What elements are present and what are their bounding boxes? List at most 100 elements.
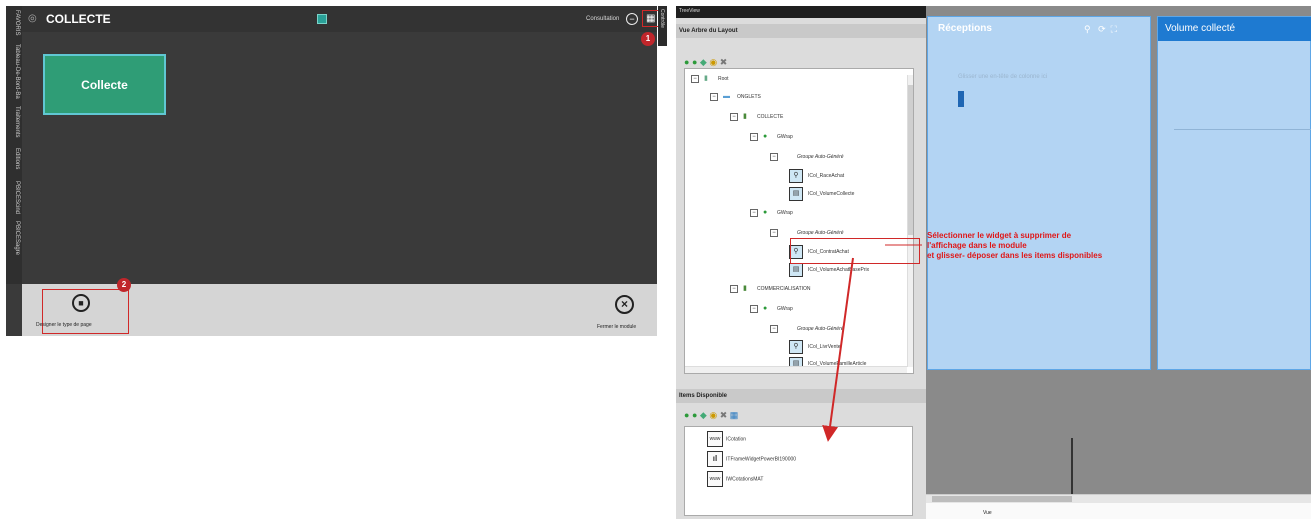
tree-horizontal-scrollbar[interactable] bbox=[685, 366, 907, 373]
widget-icon: ⚲ bbox=[789, 340, 803, 354]
tree-node[interactable]: − ▬ ONGLETS bbox=[710, 93, 761, 101]
add-icon[interactable]: ● bbox=[684, 57, 689, 67]
eye-icon[interactable]: ◎ bbox=[28, 13, 39, 24]
wrap-icon: ● bbox=[763, 305, 768, 312]
instruction-line: et glisser- déposer dans les items dispo… bbox=[927, 251, 1103, 260]
edit-icon[interactable]: ◆ bbox=[700, 57, 707, 67]
controls-label: Contrôle bbox=[659, 9, 665, 28]
widget-icon: ▤ bbox=[789, 263, 803, 277]
tab-icon: ▮ bbox=[743, 285, 747, 292]
widget-icon: ▤ bbox=[789, 187, 803, 201]
root-icon: ▮ bbox=[704, 75, 708, 82]
tree-node[interactable]: − ▮ COMMERCIALISATION bbox=[730, 285, 811, 293]
close-module-icon[interactable]: × bbox=[615, 295, 634, 314]
tree-node[interactable]: − ● GWrap bbox=[750, 305, 793, 313]
items-toolbar: ● ● ◆ ◉ ✖ ▦ bbox=[684, 410, 738, 421]
collecte-module: FAVORIS Tableau-De-Bord-Ba Traitements E… bbox=[6, 6, 667, 336]
instruction-line: l'affichage dans le module bbox=[927, 241, 1027, 250]
treeview-panel: TreeView Vue Arbre du Layout ● ● ◆ ◉ ✖ −… bbox=[676, 6, 926, 519]
step-badge-1: 1 bbox=[641, 32, 655, 46]
group-by-hint: Glisser une en-tête de colonne ici bbox=[958, 74, 1048, 80]
preview-horizontal-scrollbar[interactable] bbox=[926, 495, 1311, 503]
receptions-title: Réceptions bbox=[938, 23, 992, 34]
grid-view-icon[interactable]: ▦ bbox=[730, 410, 739, 420]
designer-label[interactable]: Designer le type de page bbox=[36, 322, 92, 328]
module-footer: ■ Designer le type de page 2 × Fermer le… bbox=[22, 278, 657, 336]
tab-pbicesagre[interactable]: PBICESagre bbox=[8, 221, 20, 255]
add-icon[interactable]: ● bbox=[684, 410, 689, 420]
consultation-label: Consultation bbox=[586, 16, 620, 22]
available-items-list[interactable]: www ICotation ıl ITFrameWidgetPowerBI19000… bbox=[684, 426, 913, 516]
tree-view[interactable]: − ▮ Root − ▬ ONGLETS − ▮ COLLECTE − ● GWrap − Gro… bbox=[684, 68, 914, 374]
receptions-header: Réceptions ⚲ ⟳ ⛶ bbox=[928, 17, 1150, 41]
tree-node[interactable]: ▤ ICol_VolumeAchatBasePrix bbox=[789, 263, 869, 277]
tree-node[interactable]: − ▮ Root bbox=[691, 75, 729, 83]
tab-traitements[interactable]: Traitements bbox=[8, 106, 20, 137]
tree-node[interactable]: ⚲ ICol_LivrVente bbox=[789, 340, 841, 354]
edit-icon[interactable]: ◆ bbox=[700, 410, 707, 420]
tab-tableau-de-bord[interactable]: Tableau-De-Bord-Ba bbox=[8, 44, 20, 99]
consultation-toggle[interactable]: − bbox=[626, 13, 638, 25]
tree-node[interactable]: ▤ ICol_VolumeCollecte bbox=[789, 187, 854, 201]
filter-icon[interactable]: ⚲ bbox=[1084, 24, 1091, 34]
close-module-label[interactable]: Fermer le module bbox=[597, 324, 636, 330]
collecte-tile[interactable]: Collecte bbox=[43, 54, 166, 115]
step-badge-2: 2 bbox=[117, 278, 131, 292]
module-title: COLLECTE bbox=[46, 12, 111, 26]
delete-icon[interactable]: ✖ bbox=[720, 57, 728, 67]
tree-header: Vue Arbre du Layout bbox=[676, 24, 926, 38]
grid-icon[interactable]: ▦ bbox=[646, 14, 656, 24]
refresh-icon[interactable]: ⟳ bbox=[1098, 24, 1106, 34]
treeview-topbar-label: TreeView bbox=[679, 8, 700, 14]
tree-toolbar: ● ● ◆ ◉ ✖ bbox=[684, 57, 727, 68]
selection-marker bbox=[958, 91, 964, 107]
volume-title: Volume collecté bbox=[1165, 23, 1236, 34]
volume-divider bbox=[1174, 129, 1311, 130]
expand-icon[interactable]: ⛶ bbox=[1111, 24, 1117, 34]
items-header: Items Disponible bbox=[676, 389, 926, 403]
list-item[interactable]: www IWCotationsMAT bbox=[707, 471, 763, 487]
controls-tab[interactable]: Contrôle bbox=[658, 6, 667, 46]
tree-node[interactable]: − Groupe Auto-Généré bbox=[770, 153, 844, 161]
wrap-icon: ● bbox=[763, 133, 768, 140]
tree-node[interactable]: − ▮ COLLECTE bbox=[730, 113, 783, 121]
widget-icon: ⚲ bbox=[789, 169, 803, 183]
add-child-icon[interactable]: ● bbox=[692, 57, 697, 67]
folder-icon: ▬ bbox=[723, 93, 730, 100]
web-icon: www bbox=[707, 471, 723, 487]
tree-node[interactable]: − ● GWrap bbox=[750, 209, 793, 217]
preview-bottom-bar: Vue bbox=[926, 494, 1311, 519]
tree-node[interactable]: − Groupe Auto-Généré bbox=[770, 325, 844, 333]
volume-header: Volume collecté bbox=[1158, 17, 1311, 41]
tree-vertical-scrollbar[interactable] bbox=[907, 75, 913, 367]
web-icon: www bbox=[707, 431, 723, 447]
receptions-widget[interactable]: Réceptions ⚲ ⟳ ⛶ Glisser une en-tête de … bbox=[927, 16, 1151, 370]
search-icon[interactable]: ◉ bbox=[709, 410, 717, 420]
tab-pbicescind[interactable]: PBICEScind bbox=[8, 181, 20, 214]
volume-collecte-widget[interactable]: Volume collecté bbox=[1157, 16, 1311, 370]
selected-widget-outline bbox=[790, 238, 920, 264]
page-design-icon[interactable]: ■ bbox=[72, 294, 90, 312]
delete-icon[interactable]: ✖ bbox=[720, 410, 728, 420]
tree-scroll-thumb[interactable] bbox=[908, 85, 913, 235]
add-child-icon[interactable]: ● bbox=[692, 410, 697, 420]
module-color-square[interactable] bbox=[317, 14, 327, 24]
tree-node[interactable]: − ● GWrap bbox=[750, 133, 793, 141]
instruction-line: Sélectionner le widget à supprimer de bbox=[927, 231, 1072, 240]
tree-node[interactable]: − Groupe Auto-Généré bbox=[770, 229, 844, 237]
search-icon[interactable]: ◉ bbox=[709, 57, 717, 67]
vue-tab[interactable]: Vue bbox=[983, 510, 992, 516]
preview-scroll-thumb[interactable] bbox=[932, 496, 1072, 502]
list-item[interactable]: www ICotation bbox=[707, 431, 746, 447]
module-header bbox=[22, 6, 657, 32]
wrap-icon: ● bbox=[763, 209, 768, 216]
left-tab-strip: FAVORIS Tableau-De-Bord-Ba Traitements E… bbox=[6, 6, 22, 284]
tab-editions[interactable]: Editions bbox=[8, 148, 20, 169]
tree-node[interactable]: ⚲ ICol_RaceAchat bbox=[789, 169, 844, 183]
receptions-tools: ⚲ ⟳ ⛶ bbox=[1084, 24, 1117, 35]
tab-favoris[interactable]: FAVORIS bbox=[8, 10, 20, 36]
treeview-topbar: TreeView bbox=[676, 6, 926, 18]
bar-chart-icon: ıl bbox=[707, 451, 723, 467]
instruction-annotation: Sélectionner le widget à supprimer de l'… bbox=[927, 231, 1102, 261]
list-item[interactable]: ıl ITFrameWidgetPowerBI190000 bbox=[707, 451, 796, 467]
